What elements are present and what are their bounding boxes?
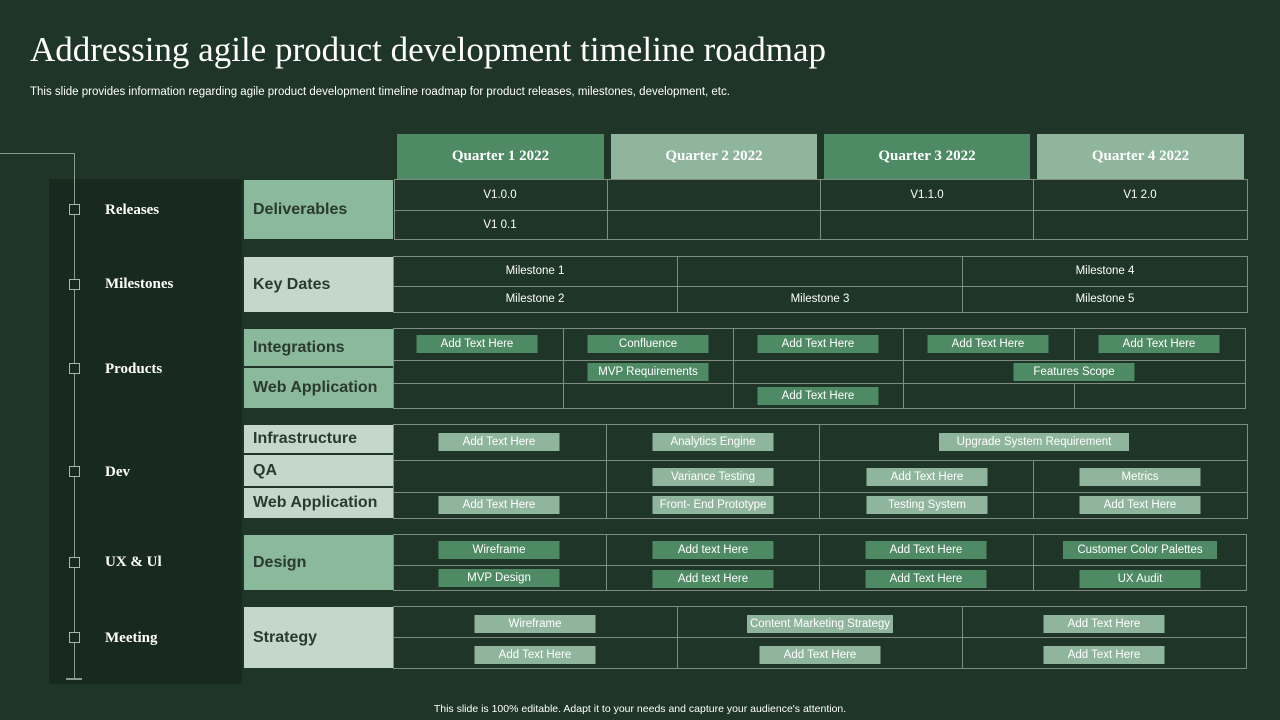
grid-line [962, 606, 963, 669]
rail-node-products [69, 363, 80, 374]
design-item: MVP Design [438, 569, 560, 587]
rail-end-cap [66, 678, 82, 680]
rail-node-milestones [69, 279, 80, 290]
web-app-item: Features Scope [1013, 363, 1135, 381]
grid-line [677, 606, 678, 669]
milestone-item: Milestone 2 [505, 293, 565, 305]
design-item: Add text Here [652, 570, 774, 588]
grid-line [606, 534, 607, 591]
rail-label-releases: Releases [105, 202, 160, 218]
integration-item: Add Text Here [1098, 335, 1220, 353]
category-web-application-dev: Web Application [244, 488, 393, 518]
rail-label-ux-ui: UX & Ul [105, 554, 162, 570]
grid-line [1033, 179, 1034, 240]
rail-label-milestones: Milestones [105, 276, 174, 292]
grid-line [1033, 534, 1034, 591]
integration-item: Confluence [587, 335, 709, 353]
infrastructure-item: Upgrade System Requirement [939, 433, 1129, 451]
integration-item: Add Text Here [927, 335, 1049, 353]
infrastructure-item: Analytics Engine [652, 433, 774, 451]
quarter-header-2: Quarter 2 2022 [611, 134, 817, 179]
rail-panel [49, 179, 242, 684]
design-item: UX Audit [1079, 570, 1201, 588]
strategy-item: Add Text Here [1043, 615, 1165, 633]
grid-line [819, 424, 820, 519]
deliverable-item: V1 2.0 [1123, 189, 1157, 201]
grid-line [962, 256, 963, 313]
grid-line [607, 179, 608, 240]
grid-line [394, 210, 1248, 211]
rail-node-ux-ui [69, 557, 80, 568]
slide-footer: This slide is 100% editable. Adapt it to… [433, 703, 847, 715]
strategy-item: Add Text Here [759, 646, 881, 664]
milestone-item: Milestone 3 [790, 293, 850, 305]
rail-node-dev [69, 466, 80, 477]
rail-connector [0, 153, 74, 154]
deliverable-item: V1 0.1 [483, 219, 517, 231]
qa-item: Variance Testing [652, 468, 774, 486]
rail-label-products: Products [105, 361, 163, 377]
rail-node-releases [69, 204, 80, 215]
strategy-item: Add Text Here [474, 646, 596, 664]
rail-line [74, 153, 75, 679]
grid-line [606, 424, 607, 519]
category-infrastructure: Infrastructure [244, 425, 393, 453]
dev-web-app-item: Front- End Prototype [652, 496, 774, 514]
grid-line [393, 492, 1248, 493]
grid-line [1033, 460, 1034, 519]
design-item: Add Text Here [865, 570, 987, 588]
grid-line [393, 383, 1246, 384]
grid-line [393, 360, 1246, 361]
category-integrations: Integrations [244, 329, 393, 366]
deliverable-item: V1.0.0 [483, 189, 517, 201]
milestone-item: Milestone 4 [1075, 265, 1135, 277]
grid-line [563, 328, 564, 409]
milestone-item: Milestone 1 [505, 265, 565, 277]
grid-line [677, 256, 678, 313]
slide-subtitle: This slide provides information regardin… [30, 86, 730, 98]
category-strategy: Strategy [244, 607, 393, 668]
grid-line [1074, 328, 1075, 360]
grid-line [393, 565, 1247, 566]
slide-title: Addressing agile product development tim… [30, 30, 827, 69]
grid-line [393, 286, 1248, 287]
design-item: Add Text Here [865, 541, 987, 559]
design-item: Wireframe [438, 541, 560, 559]
category-key-dates: Key Dates [244, 257, 393, 312]
integration-item: Add Text Here [757, 335, 879, 353]
quarter-header-3: Quarter 3 2022 [824, 134, 1030, 179]
grid-line [903, 328, 904, 409]
dev-web-app-item: Testing System [866, 496, 988, 514]
web-app-item: MVP Requirements [587, 363, 709, 381]
milestone-item: Milestone 5 [1075, 293, 1135, 305]
strategy-item: Wireframe [474, 615, 596, 633]
infrastructure-item: Add Text Here [438, 433, 560, 451]
grid-line [819, 534, 820, 591]
quarter-header-4: Quarter 4 2022 [1037, 134, 1244, 179]
dev-web-app-item: Add Text Here [438, 496, 560, 514]
grid-line [820, 179, 821, 240]
quarter-header-1: Quarter 1 2022 [397, 134, 604, 179]
strategy-item: Add Text Here [1043, 646, 1165, 664]
category-web-application: Web Application [244, 368, 393, 408]
qa-item: Metrics [1079, 468, 1201, 486]
rail-label-meeting: Meeting [105, 630, 158, 646]
category-deliverables: Deliverables [244, 180, 393, 239]
integration-item: Add Text Here [416, 335, 538, 353]
grid-line [393, 637, 1247, 638]
strategy-item: Content Marketing Strategy [747, 615, 893, 633]
grid-line [393, 460, 1248, 461]
design-item: Customer Color Palettes [1063, 541, 1217, 559]
grid-line [733, 328, 734, 409]
rail-node-meeting [69, 632, 80, 643]
rail-label-dev: Dev [105, 464, 130, 480]
grid-line [1074, 383, 1075, 409]
deliverable-item: V1.1.0 [910, 189, 944, 201]
dev-web-app-item: Add Text Here [1079, 496, 1201, 514]
web-app-item: Add Text Here [757, 387, 879, 405]
qa-item: Add Text Here [866, 468, 988, 486]
category-design: Design [244, 535, 393, 590]
category-qa: QA [244, 455, 393, 486]
design-item: Add text Here [652, 541, 774, 559]
